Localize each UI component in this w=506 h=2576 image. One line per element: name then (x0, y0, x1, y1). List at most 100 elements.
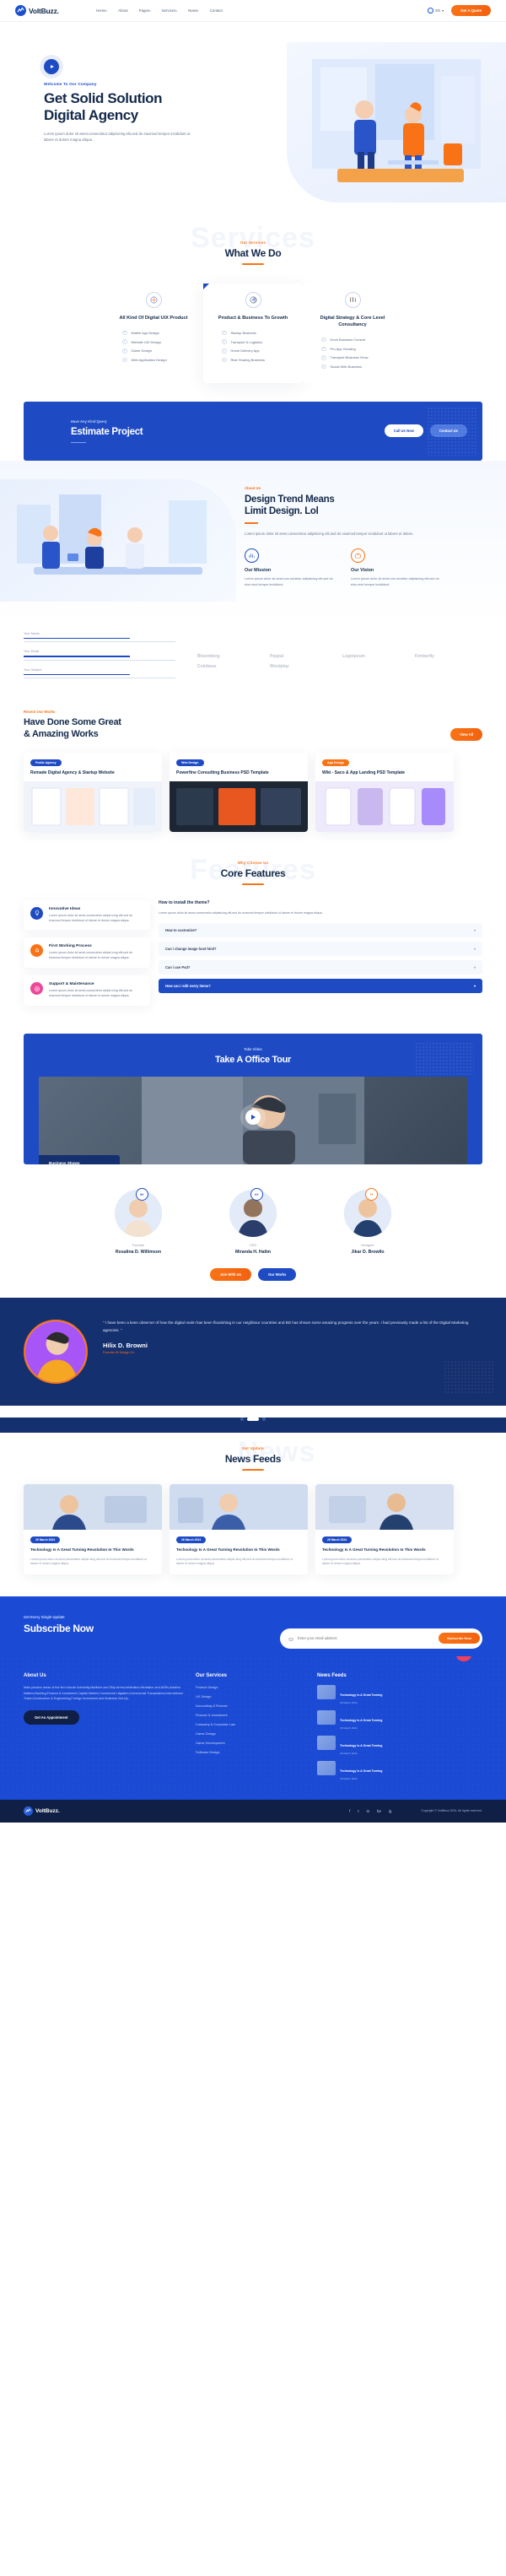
service-list-item[interactable]: + Mobile App Design (110, 328, 196, 338)
footer-service-link[interactable]: Accounting & Finance (196, 1704, 305, 1708)
mission-vision-row: Our Mission Lorem ipsum dolor sit amet,c… (245, 548, 469, 587)
portfolio-badge: Web Design (176, 759, 204, 766)
subject-field[interactable]: Your Subject (24, 667, 175, 679)
language-switcher[interactable]: EN ▾ (428, 8, 444, 14)
service-list-item[interactable]: + Dove Business Consult (310, 335, 396, 344)
service-list-item[interactable]: + Ride Sharing Business (210, 355, 296, 365)
nav-item-about[interactable]: About (118, 8, 127, 13)
feature-title: First Working Process (49, 944, 92, 949)
vision-text: Lorem ipsum dolor sit amet,con sectetur … (351, 577, 439, 586)
faq-item[interactable]: How to customize? ▾ (159, 922, 482, 937)
chevron-down-icon: ▾ (149, 9, 151, 13)
portfolio-card[interactable]: Public Agency Remade Digital Agency & St… (24, 752, 162, 832)
pagination-dot-active[interactable] (247, 1418, 259, 1422)
footer-news-title-text: Technology Is A Great Turning (340, 1718, 383, 1722)
nav-item-home[interactable]: Home▾ (96, 8, 107, 13)
service-list-item[interactable]: + Transport Business Grow (310, 354, 396, 363)
footer-service-link[interactable]: Software Design (196, 1750, 305, 1754)
service-list-item[interactable]: + Website UiX Design (110, 338, 196, 347)
service-card-uix[interactable]: All Kind Of Digital UiX Product + Mobile … (104, 284, 203, 383)
hero-section: Welcome To Our Company Get Solid Solutio… (0, 22, 506, 229)
nav-item-contact[interactable]: Contact (210, 8, 223, 13)
subscribe-section: Get Every Single Update Subscribe Now Su… (0, 1596, 506, 1656)
feature-card-innovative[interactable]: Innovative Ideas Lorem ipsum dolor sit a… (24, 899, 150, 931)
join-with-us-button[interactable]: Join With Us (209, 1268, 251, 1282)
pagination-dot[interactable] (240, 1418, 244, 1422)
service-list-item[interactable]: + Startup Business (210, 328, 296, 338)
feature-card-process[interactable]: First Working Process Lorem ipsum dolor … (24, 937, 150, 969)
faq-item[interactable]: How can i edit every items? ▾ (159, 978, 482, 993)
footer-service-link[interactable]: Finance & Investment (196, 1713, 305, 1717)
footer-news-item[interactable]: Technology Is A Great Turning 26 March 20… (317, 1709, 482, 1730)
behance-icon[interactable]: be (377, 1809, 381, 1813)
hero-play-button[interactable] (44, 59, 59, 74)
pagination-dot[interactable] (262, 1418, 266, 1422)
mission-text: Lorem ipsum dolor sit amet,con sectetur … (245, 577, 333, 586)
tour-play-button[interactable] (245, 1110, 261, 1125)
service-list-item[interactable]: + Social Web Business (310, 362, 396, 371)
footer-news-item[interactable]: Technology Is A Great Turning 26 March 20… (317, 1735, 482, 1755)
linkedin-icon[interactable]: in (367, 1809, 369, 1813)
subscribe-now-button[interactable]: Subscribe Now (439, 1633, 480, 1644)
news-card[interactable]: 26 March 2024 Technology Is A Great Turn… (315, 1484, 454, 1574)
news-card[interactable]: 26 March 2024 Technology Is A Great Turn… (24, 1484, 162, 1574)
footer-service-link[interactable]: Product Design (196, 1685, 305, 1689)
news-card[interactable]: 26 March 2024 Technology Is A Great Turn… (170, 1484, 308, 1574)
footer-service-link[interactable]: Game Design (196, 1731, 305, 1736)
tour-video[interactable]: Business Shows Want to watch Video (39, 1077, 467, 1165)
faq-item[interactable]: Can i change image host html? ▾ (159, 941, 482, 956)
nav-item-news[interactable]: News▾ (188, 8, 199, 13)
footer-news-item[interactable]: Technology Is A Great Turning 26 March 20… (317, 1760, 482, 1780)
about-paragraph: Lorem ipsum dolor sit amet,consectetur a… (245, 531, 414, 536)
news-section: News Get Update News Feeds 26 March 2024… (0, 1433, 506, 1596)
partner-logo: Logoipsum (342, 654, 365, 660)
footer-service-link[interactable]: UX Design (196, 1694, 305, 1698)
portfolio-thumbnail (315, 780, 454, 832)
team-member[interactable]: 7+ Designer Jikar D. Browllo (321, 1188, 414, 1255)
hero-eyebrow: Welcome To Our Company (44, 82, 97, 86)
service-list-item[interactable]: + Transport & Logistics (210, 338, 296, 347)
instagram-icon[interactable]: ig (389, 1809, 391, 1813)
footer-service-link[interactable]: Game Development (196, 1741, 305, 1745)
subscribe-email-input[interactable] (298, 1636, 439, 1641)
get-a-quote-button[interactable]: Get A Quote (451, 5, 491, 16)
email-field-label: Your Email (24, 650, 40, 654)
footer-service-link[interactable]: Company & Corporate Law (196, 1722, 305, 1726)
portfolio-eyebrow: Recent Our Works (24, 710, 56, 715)
service-list-item[interactable]: + Game Design (110, 346, 196, 355)
footer-news-thumbnail (317, 1735, 336, 1750)
email-field[interactable]: Your Email (24, 650, 175, 661)
name-field[interactable]: Your Name (24, 632, 175, 643)
subscribe-form[interactable]: Subscribe Now (280, 1628, 482, 1649)
team-member[interactable]: 8+ Founder Rosalina D. Willimson (92, 1188, 185, 1255)
get-an-appointment-button[interactable]: Get An Appointment (24, 1710, 79, 1725)
footer-news-item[interactable]: Technology Is A Great Turning 26 March 20… (317, 1684, 482, 1704)
brand-name: VoltBuzz. (29, 6, 59, 15)
footer-news-column: News Feeds Technology Is A Great Turning… (317, 1673, 482, 1786)
portfolio-card[interactable]: Web Design Powerfine Consulting Business… (170, 752, 308, 832)
nav-item-pages[interactable]: Pages▾ (139, 8, 151, 13)
footer-about-title: About Us (24, 1672, 46, 1678)
feature-card-support[interactable]: Support & Maintenance Lorem ipsum dolor … (24, 975, 150, 1007)
service-list-item[interactable]: + Pro App Growing (310, 344, 396, 354)
nav-item-services[interactable]: Services▾ (162, 8, 177, 13)
call-us-now-button[interactable]: Call Us Now (384, 424, 423, 438)
service-card-growth[interactable]: Product & Business To Growth + Startup Bu… (203, 284, 303, 383)
testimonial-body: " I have been a keen observer of how the… (103, 1320, 482, 1384)
our-works-button[interactable]: Our Works (257, 1268, 297, 1282)
dot-pattern-decor (427, 406, 477, 456)
faq-item[interactable]: Can i use Psd? ▾ (159, 959, 482, 975)
testimonial-pagination[interactable] (0, 1418, 506, 1422)
service-list-item[interactable]: + Web Application Design (110, 355, 196, 365)
portfolio-card[interactable]: App Design Wiki - Saco & App Landing PSD… (315, 752, 454, 832)
team-member[interactable]: 6+ CEO Miranda H. Halim (207, 1188, 299, 1255)
view-all-button[interactable]: View All (450, 727, 482, 741)
service-card-strategy[interactable]: Digital Strategy & Core Level Consultanc… (303, 284, 402, 383)
section-rule (242, 883, 264, 885)
service-list-item[interactable]: + Home Delivery App (210, 346, 296, 355)
facebook-icon[interactable]: f (349, 1809, 350, 1813)
news-card-title: Technology Is A Great Turning Revolution… (30, 1547, 134, 1553)
subject-field-label: Your Subject (24, 667, 42, 672)
brand-logo[interactable]: VoltBuzz. (15, 5, 59, 16)
footer-brand-logo[interactable]: VoltBuzz. (24, 1806, 60, 1816)
